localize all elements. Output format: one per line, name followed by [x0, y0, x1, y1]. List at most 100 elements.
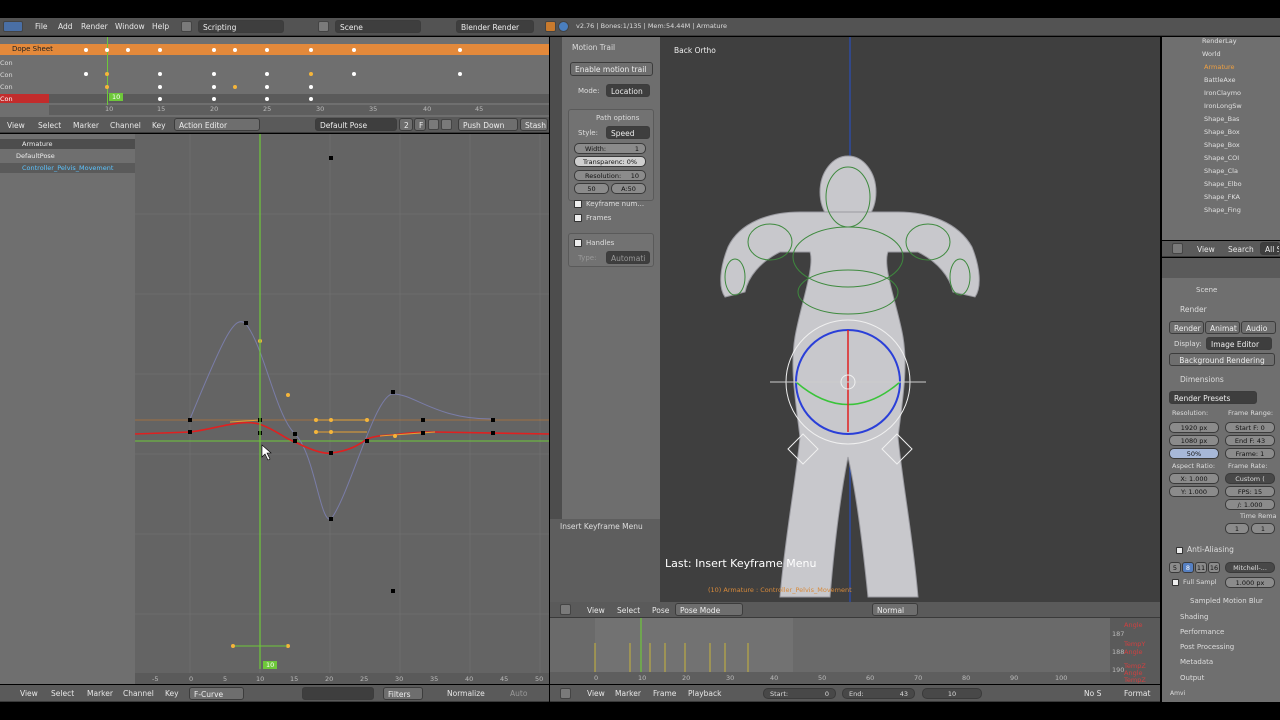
menu-add[interactable]: Add [58, 22, 73, 31]
remap-new-field[interactable]: 1 [1251, 523, 1275, 534]
outliner-item[interactable]: Shape_COI [1162, 152, 1239, 165]
aspect-x-field[interactable]: X: 1.000 [1169, 473, 1219, 484]
timeline-ruler[interactable]: 0 10 20 30 40 50 60 70 80 90 100 [550, 672, 1110, 684]
stash-button[interactable]: Stash [520, 118, 548, 131]
mode-select[interactable]: Location [606, 84, 650, 97]
aa-samples-16[interactable]: 16 [1208, 562, 1220, 573]
menu-help[interactable]: Help [152, 22, 169, 31]
frames-checkbox[interactable]: Frames [574, 214, 611, 222]
motion-trail-title[interactable]: Motion Trail [572, 43, 615, 52]
aa-samples-8[interactable]: 8 [1182, 562, 1194, 573]
render-presets-select[interactable]: Render Presets [1169, 391, 1257, 404]
current-frame-field[interactable]: 10 [922, 688, 982, 699]
display-select[interactable]: Image Editor [1206, 337, 1272, 350]
aspect-y-field[interactable]: Y: 1.000 [1169, 486, 1219, 497]
layout-icon[interactable] [181, 21, 192, 32]
outliner-item-armature[interactable]: Armature [1162, 61, 1235, 74]
outliner[interactable]: RenderLay World Armature BattleAxe IronC… [1162, 37, 1280, 240]
normalize-toggle[interactable]: Normalize [447, 689, 485, 698]
menu-file[interactable]: File [35, 22, 48, 31]
graph-search-field[interactable] [302, 687, 374, 700]
path-options-title[interactable]: Path options [596, 114, 639, 122]
outliner-item[interactable]: Shape_Fing [1162, 204, 1241, 217]
menu-view[interactable]: View [587, 689, 605, 698]
graph-editor-area[interactable]: 10 -5 0 5 10 15 20 25 30 35 40 45 50 [135, 134, 549, 684]
editor-type-icon[interactable] [560, 604, 571, 615]
operator-panel-title[interactable]: Insert Keyframe Menu [560, 522, 643, 531]
dopesheet-area[interactable]: Dope Sheet Con Con Con Con 10 10 15 20 2… [0, 37, 549, 117]
outliner-item[interactable]: BattleAxe [1162, 74, 1235, 87]
menu-select[interactable]: Select [51, 689, 74, 698]
after-frames-field[interactable]: A:50 [611, 183, 646, 194]
style-select[interactable]: Speed [606, 126, 650, 139]
display-mode-select[interactable]: All S [1260, 242, 1280, 255]
character-model[interactable] [660, 37, 1160, 602]
menu-marker[interactable]: Marker [73, 121, 99, 130]
anti-aliasing-panel-title[interactable]: Anti-Aliasing [1176, 545, 1234, 554]
fps-base-field[interactable]: /: 1.000 [1225, 499, 1275, 510]
filter-size-field[interactable]: 1.000 px [1225, 577, 1275, 588]
enable-motion-trail-button[interactable]: Enable motion trail [570, 62, 653, 76]
resolution-x-field[interactable]: 1920 px [1169, 422, 1219, 433]
frame-rate-select[interactable]: Custom ( [1225, 473, 1275, 484]
graph-curves[interactable] [135, 134, 549, 684]
editor-type-icon[interactable] [1172, 243, 1183, 254]
resolution-y-field[interactable]: 1080 px [1169, 435, 1219, 446]
audio-button[interactable]: Audio [1241, 321, 1276, 334]
menu-frame[interactable]: Frame [653, 689, 676, 698]
menu-key[interactable]: Key [152, 121, 166, 130]
fps-field[interactable]: FPS: 15 [1225, 486, 1275, 497]
fake-user-button[interactable]: F [414, 118, 426, 131]
scene-field[interactable]: Scene [335, 20, 421, 33]
end-frame-field[interactable]: End: 43 [842, 688, 915, 699]
menu-window[interactable]: Window [115, 22, 145, 31]
render-panel-title[interactable]: Render [1180, 305, 1207, 314]
menu-search[interactable]: Search [1228, 245, 1254, 254]
auto-normalize-toggle[interactable]: Auto [510, 689, 527, 698]
dopesheet-ruler[interactable]: 10 15 20 25 30 35 40 45 [49, 105, 549, 115]
menu-view[interactable]: View [1197, 245, 1215, 254]
screen-layout-field[interactable]: Scripting [198, 20, 284, 33]
animation-button[interactable]: Animat [1205, 321, 1240, 334]
menu-select[interactable]: Select [38, 121, 61, 130]
shading-panel-title[interactable]: Shading [1180, 613, 1208, 621]
orientation-select[interactable]: Normal [872, 603, 918, 616]
filters-button[interactable]: Filters [383, 687, 423, 700]
aa-samples-11[interactable]: 11 [1195, 562, 1207, 573]
graph-mode-select[interactable]: F-Curve [189, 687, 244, 700]
background-rendering-button[interactable]: Background Rendering [1169, 353, 1275, 366]
metadata-panel-title[interactable]: Metadata [1180, 658, 1213, 666]
graph-channel-list[interactable]: Armature DefaultPose Controller_Pelvis_M… [0, 134, 135, 684]
menu-pose[interactable]: Pose [652, 606, 669, 615]
end-frame-field[interactable]: End F: 43 [1225, 435, 1275, 446]
menu-playback[interactable]: Playback [688, 689, 721, 698]
scene-icon[interactable] [318, 21, 329, 32]
resolution-field[interactable]: Resolution: 10 [574, 170, 646, 181]
motion-blur-panel-title[interactable]: Sampled Motion Blur [1190, 597, 1263, 605]
new-action-icon[interactable] [428, 119, 439, 130]
outliner-item[interactable]: Shape_Cla [1162, 165, 1238, 178]
start-frame-field[interactable]: Start: 0 [763, 688, 836, 699]
channel-armature[interactable] [0, 139, 135, 149]
full-sample-checkbox[interactable]: Full Sampl [1172, 578, 1217, 586]
menu-channel[interactable]: Channel [110, 121, 141, 130]
resolution-percent-field[interactable]: 50% [1169, 448, 1219, 459]
outliner-item[interactable]: Shape_Elbo [1162, 178, 1242, 191]
outliner-item[interactable]: Shape_FKA [1162, 191, 1240, 204]
mode-select[interactable]: Pose Mode [675, 603, 743, 616]
transparency-slider[interactable]: Transparenc: 0% [574, 156, 646, 167]
menu-key[interactable]: Key [165, 689, 179, 698]
output-panel-title[interactable]: Output [1180, 674, 1204, 682]
outliner-item[interactable]: Shape_Box [1162, 126, 1240, 139]
push-down-button[interactable]: Push Down [458, 118, 518, 131]
outliner-item[interactable]: Shape_Box [1162, 139, 1240, 152]
outliner-item[interactable]: IronClaymo [1162, 87, 1241, 100]
aa-filter-select[interactable]: Mitchell-... [1225, 562, 1275, 573]
blender-logo-icon[interactable] [3, 21, 23, 32]
outliner-item[interactable]: World [1162, 48, 1221, 61]
menu-marker[interactable]: Marker [87, 689, 113, 698]
timeline-area[interactable]: 0 10 20 30 40 50 60 70 80 90 100 187 188… [550, 618, 1160, 684]
properties-tabs[interactable] [1162, 258, 1280, 278]
menu-select[interactable]: Select [617, 606, 640, 615]
outliner-item[interactable]: IronLongSw [1162, 100, 1242, 113]
